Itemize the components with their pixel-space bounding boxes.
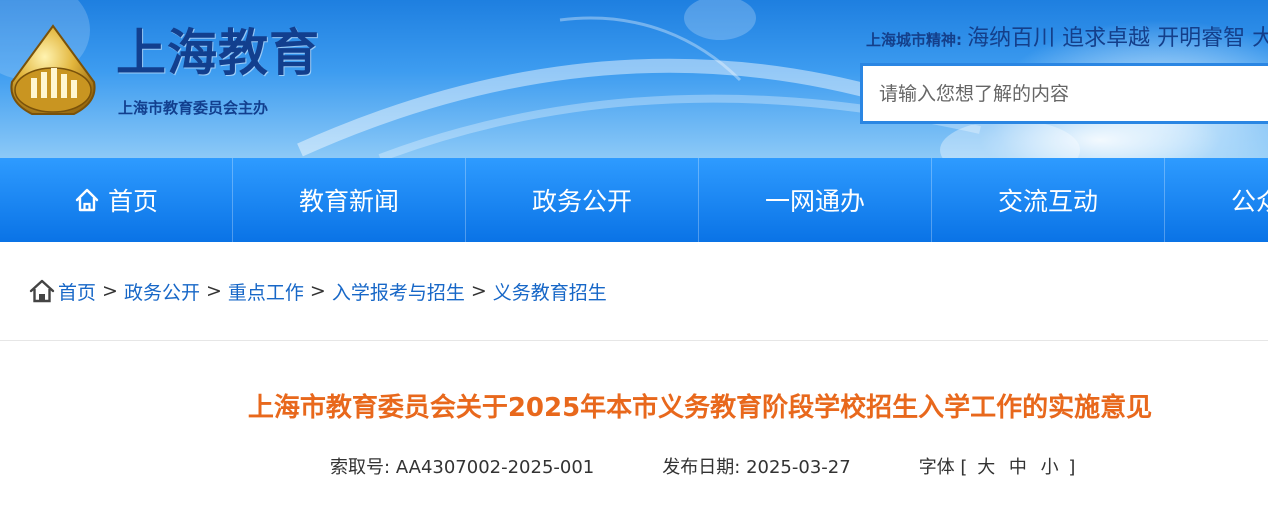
nav-item-label: 交流互动 [997,187,1098,216]
breadcrumb-separator: > [102,280,118,302]
font-medium-button[interactable]: 中 [1009,457,1027,478]
article-title: 上海市教育委员会关于2025年本市义务教育阶段学校招生入学工作的实施意见 [247,393,1153,423]
nav-item-label: 公众服务 [1231,187,1268,216]
font-bracket-open: [ [960,457,968,478]
site-subtitle: 上海市教育委员会主办 [118,99,269,117]
breadcrumb: 首页 > 政务公开 > 重点工作 > 入学报考与招生 > 义务教育招生 [28,276,607,306]
home-icon [29,279,55,303]
breadcrumb-government-affairs-link[interactable]: 政务公开 [124,278,200,305]
font-small-button[interactable]: 小 [1041,457,1059,478]
motto-label: 上海城市精神: [866,31,962,49]
search-input[interactable] [863,66,1268,121]
breadcrumb-key-work-link[interactable]: 重点工作 [228,278,304,305]
breadcrumb-separator: > [470,280,487,302]
nav-item-interaction[interactable]: 交流互动 [932,158,1165,242]
breadcrumb-separator: > [205,280,222,302]
site-header: 上海教育 上海市教育委员会主办 上海城市精神: 海纳百川 追求卓越 开明睿智 大… [0,0,1268,158]
index-value: AA4307002-2025-001 [395,457,595,478]
nav-item-public-service[interactable]: 公众服务 [1165,158,1268,242]
main-nav: 首页 教育新闻 政务公开 一网通办 交流互动 公众服务 [0,158,1268,242]
home-icon [75,188,99,212]
date-label: 发布日期: [662,457,741,478]
breadcrumb-home-link[interactable]: 首页 [58,278,96,305]
nav-item-label: 政务公开 [531,187,632,216]
article-publish-date: 发布日期: 2025-03-27 [662,454,850,482]
article-meta: 索取号: AA4307002-2025-001 发布日期: 2025-03-27… [330,454,1075,482]
font-large-button[interactable]: 大 [977,457,995,478]
breadcrumb-admission-link[interactable]: 入学报考与招生 [332,278,465,305]
site-title[interactable]: 上海教育 [116,24,320,82]
nav-item-government-affairs[interactable]: 政务公开 [466,158,699,242]
index-label: 索取号: [330,457,391,478]
nav-item-label: 一网通办 [764,187,865,216]
nav-item-home[interactable]: 首页 [0,158,233,242]
breadcrumb-compulsory-education-link[interactable]: 义务教育招生 [493,278,607,305]
breadcrumb-separator: > [309,280,326,302]
nav-item-label: 首页 [107,187,158,216]
article-index-number: 索取号: AA4307002-2025-001 [330,454,594,482]
nav-item-education-news[interactable]: 教育新闻 [233,158,466,242]
city-spirit-motto: 上海城市精神: 海纳百川 追求卓越 开明睿智 大气谦和 [866,24,1268,55]
search-box[interactable] [860,63,1268,124]
date-value: 2025-03-27 [746,457,851,478]
logo-emblem-icon [10,24,96,115]
font-size-label: 字体 [918,457,955,478]
font-size-control: 字体 [ 大 中 小 ] [919,454,1076,482]
section-divider [0,340,1268,341]
nav-item-one-stop-service[interactable]: 一网通办 [699,158,932,242]
nav-item-label: 教育新闻 [298,187,399,216]
motto-text: 海纳百川 追求卓越 开明睿智 大气谦和 [967,26,1268,51]
font-bracket-close: ] [1068,457,1076,478]
site-logo[interactable] [4,22,102,122]
